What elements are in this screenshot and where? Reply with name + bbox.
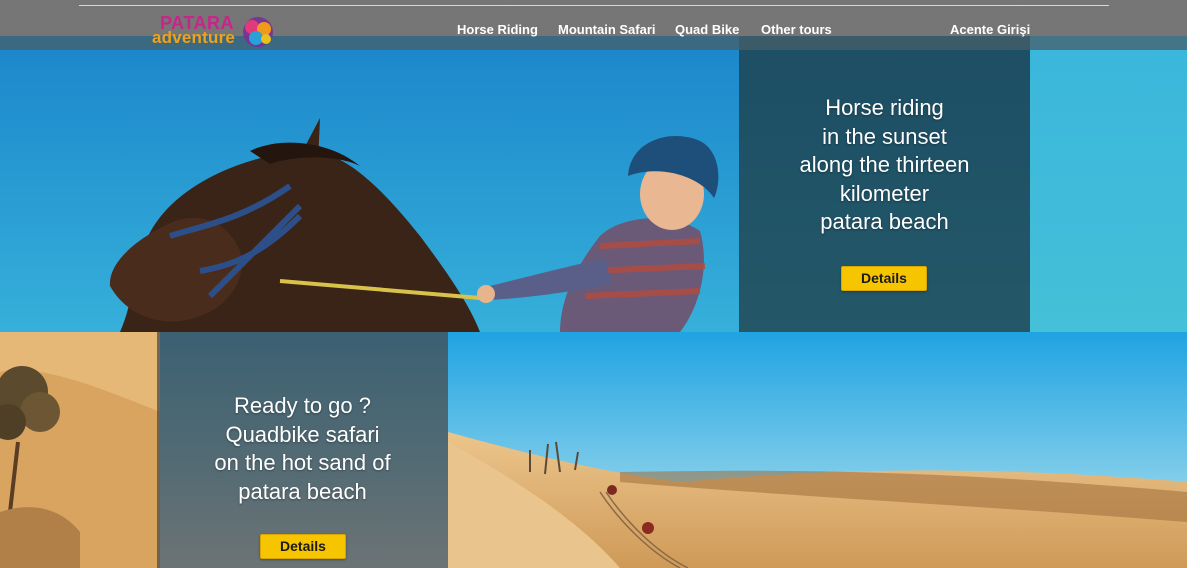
nav-horse-riding[interactable]: Horse Riding (457, 22, 538, 38)
headline-line: patara beach (238, 478, 367, 504)
headline-line: along the thirteen (799, 152, 970, 177)
nav-other-tours[interactable]: Other tours (761, 22, 832, 38)
logo-text-adventure: adventure (152, 28, 236, 47)
header-divider (79, 5, 1109, 6)
headline-line: kilometer (839, 180, 930, 206)
headline-line: Quadbike safari (225, 421, 380, 447)
nav-agency-login[interactable]: Acente Girişi (950, 22, 1030, 38)
horse-riding-details-button[interactable]: Details (841, 266, 927, 291)
nav-mountain-safari[interactable]: Mountain Safari (558, 22, 656, 38)
nav-quad-bike[interactable]: Quad Bike (675, 22, 739, 38)
hero-quad-bike: Ready to go ? Quadbike safari on the hot… (0, 332, 1187, 568)
quad-bike-logo-icon (243, 17, 273, 47)
horse-riding-headline: Horse riding in the sunset along the thi… (739, 94, 1030, 237)
headline-line: Horse riding (825, 95, 944, 120)
site-header: PATARA adventure Horse Riding Mountain S… (0, 0, 1187, 50)
hero-horse-riding: Horse riding in the sunset along the thi… (0, 36, 1187, 332)
sky-background (1030, 36, 1187, 332)
quad-bike-details-button[interactable]: Details (260, 534, 346, 559)
headline-line: patara beach (820, 209, 949, 234)
headline-line: Ready to go ? (234, 393, 371, 418)
patara-adventure-logo[interactable]: PATARA adventure (152, 14, 276, 50)
horse-riding-caption-panel: Horse riding in the sunset along the thi… (739, 36, 1030, 332)
headline-line: in the sunset (822, 123, 947, 149)
headline-line: on the hot sand of (214, 450, 391, 475)
quad-bike-caption-panel: Ready to go ? Quadbike safari on the hot… (157, 332, 448, 568)
horse-riding-photo (0, 36, 740, 332)
quad-bike-headline: Ready to go ? Quadbike safari on the hot… (157, 392, 448, 506)
page-scrollbar[interactable] (1187, 0, 1200, 568)
